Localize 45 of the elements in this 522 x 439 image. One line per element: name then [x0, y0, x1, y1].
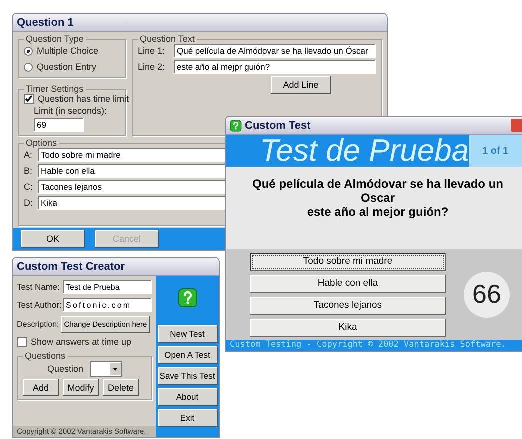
- window-title: Question 1: [17, 16, 74, 28]
- answer-button[interactable]: Todo sobre mi madre: [250, 252, 446, 270]
- field-label: Description:: [17, 320, 60, 329]
- field-label: Question: [47, 364, 84, 374]
- radio-label: Multiple Choice: [37, 46, 99, 56]
- option-letter: B:: [24, 166, 34, 176]
- countdown-timer: 66: [464, 272, 510, 318]
- checkbox-label: Show answers at time up: [31, 337, 132, 347]
- ok-button[interactable]: OK: [21, 230, 85, 248]
- answer-button[interactable]: Hable con ella: [250, 274, 446, 292]
- side-button[interactable]: New Test: [158, 325, 218, 343]
- input-field[interactable]: Qué película de Almódovar se ha llevado un Óscar: [174, 44, 376, 58]
- option-letter: D:: [24, 198, 34, 208]
- field-label: Test Author:: [17, 300, 61, 310]
- question-action-button[interactable]: Add: [23, 379, 59, 396]
- status-bar: Custom Testing - Copyright © 2002 Vantarakis Software.: [226, 340, 522, 351]
- input-field[interactable]: Test de Prueba: [63, 280, 152, 294]
- field-label: Limit (in seconds):: [34, 106, 108, 116]
- input-field[interactable]: este año al mejpr guión?: [174, 60, 376, 74]
- option-letter: A:: [24, 150, 34, 160]
- question-action-button[interactable]: Modify: [63, 379, 99, 396]
- field-label: Line 1:: [138, 46, 166, 56]
- group-label: Questions: [24, 351, 67, 361]
- answer-button[interactable]: Kika: [250, 318, 446, 336]
- window-title: Custom Test: [245, 120, 311, 132]
- input-field[interactable]: 69: [34, 118, 84, 132]
- option-letter: C:: [24, 182, 34, 192]
- group-label: Question Type: [25, 34, 85, 44]
- answer-button[interactable]: Tacones lejanos: [250, 296, 446, 314]
- group-label: Question Text: [139, 34, 196, 44]
- side-button[interactable]: Open A Test: [158, 346, 218, 364]
- question-counter: 1 of 1: [469, 135, 522, 167]
- question-action-button[interactable]: Delete: [103, 379, 139, 396]
- group-label: Timer Settings: [25, 84, 85, 94]
- window-title: Custom Test Creator: [17, 260, 125, 272]
- side-button[interactable]: Save This Test: [158, 367, 218, 385]
- add-line-button[interactable]: Add Line: [271, 76, 331, 94]
- field-label: Line 2:: [138, 62, 166, 72]
- side-button[interactable]: About: [158, 388, 218, 406]
- checkbox-label: Question has time limit: [38, 94, 130, 104]
- side-button[interactable]: Exit: [158, 409, 218, 427]
- group-label: Options: [25, 138, 58, 148]
- input-field[interactable]: S o f t o n i c . c o m: [63, 298, 152, 312]
- radio-label: Question Entry: [37, 62, 97, 72]
- field-label: Test Name:: [17, 282, 61, 292]
